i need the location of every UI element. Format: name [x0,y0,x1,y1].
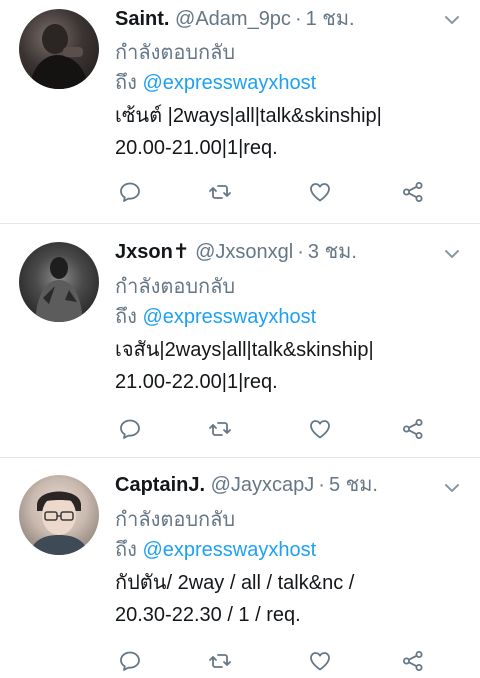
to-label: ถึง [115,539,137,561]
avatar[interactable] [19,9,99,89]
timestamp[interactable]: 3 ชม. [308,241,357,263]
tweet-actions [115,646,435,676]
retweet-button[interactable] [205,414,235,444]
replying-label: กำลังตอบกลับ [115,509,236,531]
reply-target: ถึง @expresswayxhost [115,68,316,98]
tweet[interactable]: Jxson✝ @Jxsonxgl · 3 ชม. กำลังตอบกลับ ถึง … [0,224,480,458]
to-label: ถึง [115,306,137,328]
avatar[interactable] [19,242,99,322]
tweet-header: Saint. @Adam_9pc · 1 ชม. [115,6,355,32]
retweet-button[interactable] [205,177,235,207]
like-button[interactable] [305,414,335,444]
user-handle[interactable]: @Adam_9pc [175,8,291,30]
to-label: ถึง [115,72,137,94]
chevron-down-icon[interactable] [444,246,460,262]
separator-dot: · [294,8,302,30]
reply-icon [120,419,140,439]
tweet-header: CaptainJ. @JayxcapJ · 5 ชม. [115,472,378,498]
reply-feed: Saint. @Adam_9pc · 1 ชม. กำลังตอบกลับ ถึง … [0,0,480,678]
reply-button[interactable] [115,414,145,444]
avatar[interactable] [19,475,99,555]
reply-button[interactable] [115,177,145,207]
separator-dot: · [297,241,304,263]
chevron-down-icon[interactable] [444,480,460,496]
avatar-photo [29,24,89,89]
share-icon [403,419,423,439]
mention-link[interactable]: @expresswayxhost [142,539,316,561]
mention-link[interactable]: @expresswayxhost [142,306,316,328]
heart-icon [310,652,330,671]
avatar-photo [29,491,89,555]
retweet-icon [209,422,231,436]
mention-link[interactable]: @expresswayxhost [142,72,316,94]
share-button[interactable] [398,177,428,207]
user-handle[interactable]: @JayxcapJ [211,474,315,496]
heart-icon [310,183,330,202]
display-name[interactable]: CaptainJ. [115,474,205,496]
share-button[interactable] [398,646,428,676]
user-handle[interactable]: @Jxsonxgl [195,241,293,263]
retweet-icon [209,185,231,199]
retweet-icon [209,654,231,668]
reply-icon [120,182,140,202]
like-button[interactable] [305,177,335,207]
chevron-down-icon[interactable] [444,12,460,28]
share-button[interactable] [398,414,428,444]
tweet-text-line: 21.00-22.00|1|req. [115,371,278,393]
timestamp[interactable]: 1 ชม. [306,8,355,30]
retweet-button[interactable] [205,646,235,676]
replying-label: กำลังตอบกลับ [115,42,236,64]
like-button[interactable] [305,646,335,676]
tweet-actions [115,177,435,207]
tweet-text-line: เจสัน|2ways|all|talk&skinship| [115,339,374,361]
separator-dot: · [318,474,325,496]
replying-label: กำลังตอบกลับ [115,276,236,298]
share-icon [403,651,423,671]
share-icon [403,182,423,202]
reply-target: ถึง @expresswayxhost [115,302,316,332]
reply-target: ถึง @expresswayxhost [115,535,316,565]
tweet[interactable]: CaptainJ. @JayxcapJ · 5 ชม. กำลังตอบกลับ ถ… [0,458,480,678]
reply-icon [120,651,140,671]
avatar-photo [35,257,83,322]
display-name[interactable]: Jxson✝ [115,241,190,263]
heart-icon [310,420,330,439]
tweet-text-line: 20.00-21.00|1|req. [115,137,278,159]
tweet-header: Jxson✝ @Jxsonxgl · 3 ชม. [115,239,357,265]
timestamp[interactable]: 5 ชม. [329,474,378,496]
tweet-actions [115,414,435,444]
tweet-text-line: เซ้นต์ |2ways|all|talk&skinship| [115,105,382,127]
tweet-text-line: กัปตัน/ 2way / all / talk&nc / [115,572,355,594]
display-name[interactable]: Saint. [115,8,169,30]
tweet[interactable]: Saint. @Adam_9pc · 1 ชม. กำลังตอบกลับ ถึง … [0,0,480,224]
tweet-text-line: 20.30-22.30 / 1 / req. [115,604,301,626]
reply-button[interactable] [115,646,145,676]
